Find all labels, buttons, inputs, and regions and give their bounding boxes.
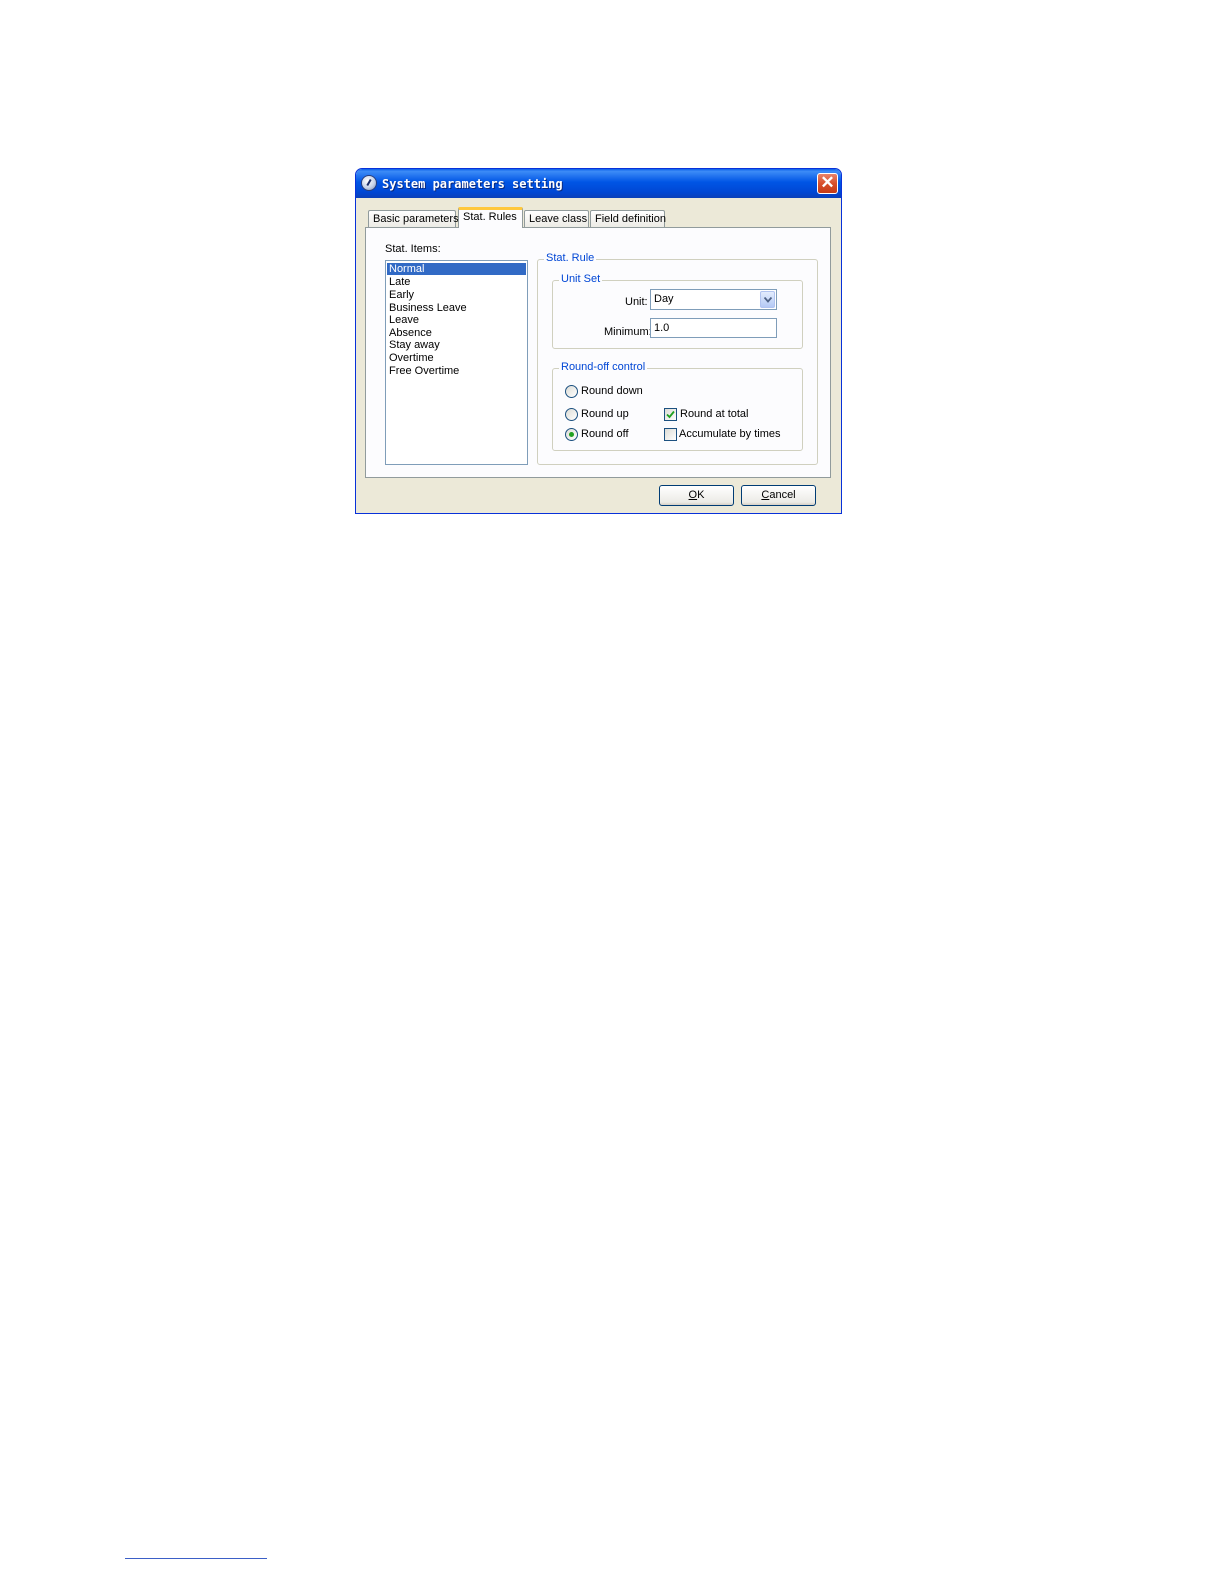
- checkmark-icon: [666, 410, 675, 419]
- round-at-total-label[interactable]: Round at total: [680, 408, 749, 420]
- ok-mnemonic: O: [688, 489, 698, 501]
- minimum-label: Minimum:: [604, 326, 652, 338]
- accumulate-by-times-label[interactable]: Accumulate by times: [679, 428, 780, 440]
- list-item[interactable]: Normal: [387, 263, 526, 275]
- list-item[interactable]: Overtime: [387, 352, 526, 364]
- stat-rule-legend: Stat. Rule: [544, 252, 597, 264]
- list-item[interactable]: Absence: [387, 327, 526, 339]
- list-item[interactable]: Early: [387, 289, 526, 301]
- system-parameters-dialog: System parameters setting ✕ Basic parame…: [355, 168, 842, 514]
- round-down-label[interactable]: Round down: [581, 385, 643, 397]
- chevron-down-icon[interactable]: [760, 291, 775, 308]
- minimum-input[interactable]: [650, 318, 777, 338]
- round-up-radio[interactable]: [565, 408, 578, 421]
- footnote-separator: [125, 1558, 267, 1559]
- round-down-radio[interactable]: [565, 385, 578, 398]
- cancel-button[interactable]: Cancel: [741, 485, 816, 506]
- round-up-label[interactable]: Round up: [581, 408, 629, 420]
- unit-set-legend: Unit Set: [559, 273, 603, 285]
- list-item[interactable]: Leave: [387, 314, 526, 326]
- accumulate-by-times-checkbox[interactable]: [664, 428, 677, 441]
- stat-items-label: Stat. Items:: [385, 243, 441, 255]
- stat-items-listbox[interactable]: Normal Late Early Business Leave Leave A…: [385, 260, 528, 465]
- list-item[interactable]: Business Leave: [387, 302, 526, 314]
- round-at-total-checkbox[interactable]: [664, 408, 677, 421]
- tab-field-definition[interactable]: Field definition: [590, 210, 666, 227]
- ok-button[interactable]: OK: [659, 485, 734, 506]
- tab-stat-rules[interactable]: Stat. Rules: [458, 207, 523, 228]
- tab-leave-class[interactable]: Leave class: [524, 210, 589, 227]
- list-item[interactable]: Free Overtime: [387, 365, 526, 377]
- close-icon: ✕: [820, 173, 835, 192]
- clock-app-icon: [361, 175, 377, 191]
- round-off-control-legend: Round-off control: [559, 361, 648, 373]
- unit-select[interactable]: Day: [650, 289, 777, 310]
- unit-select-value: Day: [654, 293, 674, 305]
- unit-label: Unit:: [625, 296, 648, 308]
- list-item[interactable]: Late: [387, 276, 526, 288]
- stat-rule-group: Stat. Rule Unit Set Unit: Day Minimum: R…: [537, 252, 818, 465]
- tab-panel-stat-rules: Stat. Items: Normal Late Early Business …: [365, 227, 831, 478]
- list-item[interactable]: Stay away: [387, 339, 526, 351]
- ok-label-rest: K: [697, 489, 705, 501]
- cancel-label-rest: ancel: [769, 489, 796, 501]
- tab-basic-parameters[interactable]: Basic parameters: [368, 210, 459, 227]
- close-button[interactable]: ✕: [817, 173, 838, 194]
- window-title: System parameters setting: [382, 177, 563, 191]
- title-bar[interactable]: System parameters setting ✕: [356, 169, 841, 198]
- round-off-radio[interactable]: [565, 428, 578, 441]
- unit-set-group: Unit Set Unit: Day Minimum:: [552, 273, 803, 349]
- round-off-label[interactable]: Round off: [581, 428, 629, 440]
- round-off-control-group: Round-off control Round down Round up Ro…: [552, 361, 803, 451]
- minimum-input-field[interactable]: [651, 319, 776, 337]
